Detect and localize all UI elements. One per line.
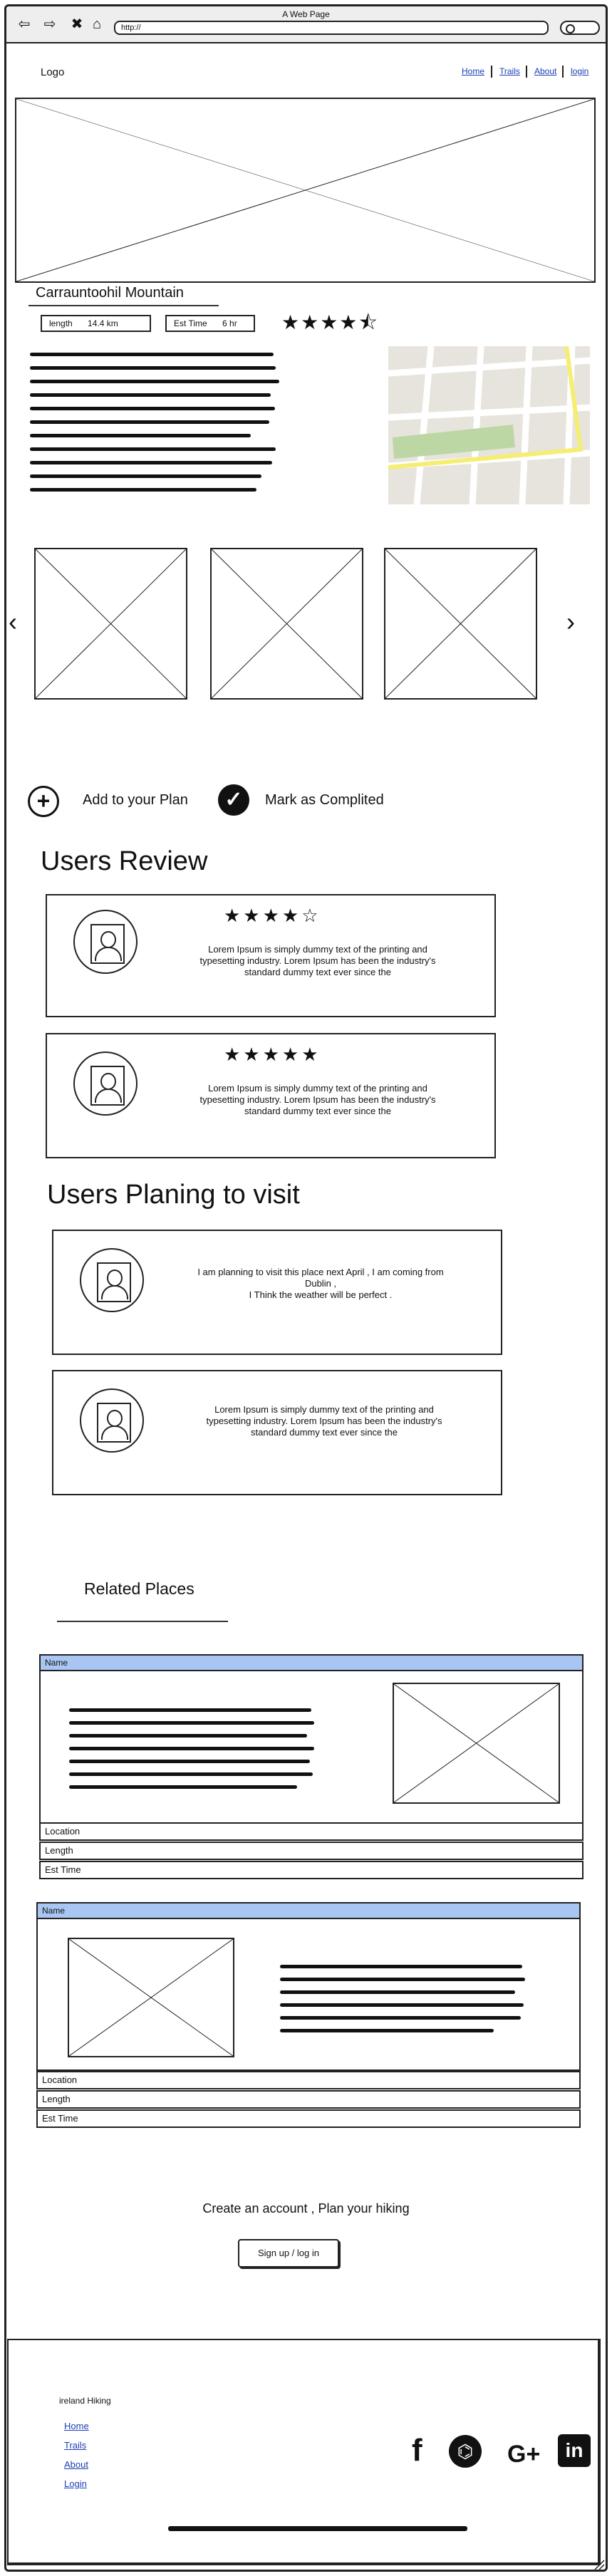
nav-about-link[interactable]: About [534, 66, 556, 76]
linkedin-icon[interactable]: in [558, 2434, 591, 2467]
visitor-text: Lorem Ipsum is simply dummy text of the … [206, 1404, 442, 1438]
place-image-placeholder [393, 1683, 560, 1804]
mark-completed-button[interactable]: Mark as Complited [265, 792, 384, 809]
review-card: ★★★★☆ Lorem Ipsum is simply dummy text o… [46, 894, 496, 1017]
github-icon[interactable]: ⌬ [449, 2435, 482, 2468]
gallery-prev-arrow[interactable]: ‹ [9, 609, 17, 635]
resize-handle-icon[interactable] [593, 2559, 605, 2570]
length-label: length [49, 318, 73, 328]
gallery-image-placeholder[interactable] [384, 548, 537, 700]
users-review-heading: Users Review [41, 846, 208, 876]
add-to-plan-button[interactable]: Add to your Plan [83, 792, 188, 809]
related-place-card[interactable]: Name [39, 1654, 584, 1824]
footer-trails-link[interactable]: Trails [64, 2440, 86, 2451]
place-name-header: Name [38, 1904, 579, 1919]
place-time-row: Est Time [39, 1861, 584, 1879]
review-stars: ★★★★★ [224, 1044, 321, 1065]
time-pill: Est Time 6 hr [165, 315, 255, 332]
review-card: ★★★★★ Lorem Ipsum is simply dummy text o… [46, 1033, 496, 1158]
length-value: 14.4 km [88, 318, 118, 328]
facebook-icon[interactable]: f [412, 2433, 422, 2468]
title-underline [28, 305, 219, 306]
place-location-row: Location [39, 1822, 584, 1841]
signup-login-button[interactable]: Sign up / log in [238, 2239, 339, 2268]
footer-brand: ireland Hiking [59, 2396, 111, 2406]
gallery-image-placeholder[interactable] [34, 548, 187, 700]
review-text: Lorem Ipsum is simply dummy text of the … [199, 944, 436, 977]
gallery-image-placeholder[interactable] [210, 548, 363, 700]
visitor-card: Lorem Ipsum is simply dummy text of the … [52, 1370, 502, 1495]
review-stars: ★★★★☆ [224, 905, 321, 926]
user-avatar-icon [97, 1262, 131, 1302]
footer-about-link[interactable]: About [64, 2459, 88, 2470]
cta-text: Create an account , Plan your hiking [202, 2201, 410, 2216]
avatar [80, 1248, 144, 1312]
hero-image-placeholder [15, 98, 596, 283]
place-location-row: Location [36, 2071, 581, 2089]
place-name-header: Name [41, 1656, 582, 1671]
nav-trails-link[interactable]: Trails [499, 66, 520, 76]
nav-divider [491, 66, 492, 78]
visitor-card: I am planning to visit this place next A… [52, 1230, 502, 1355]
nav-login-link[interactable]: login [571, 66, 588, 76]
footer-login-link[interactable]: Login [64, 2478, 87, 2489]
user-avatar-icon [90, 1066, 125, 1106]
gallery-next-arrow[interactable]: › [566, 609, 575, 635]
related-place-card[interactable]: Name [36, 1902, 581, 2071]
nav-home-link[interactable]: Home [462, 66, 484, 76]
review-text: Lorem Ipsum is simply dummy text of the … [199, 1083, 436, 1116]
visitor-text: I am planning to visit this place next A… [197, 1267, 444, 1300]
avatar [73, 1051, 138, 1116]
avatar [73, 910, 138, 974]
time-value: 6 hr [222, 318, 237, 328]
length-pill: length 14.4 km [41, 315, 151, 332]
trail-map[interactable] [388, 346, 590, 504]
nav-divider [562, 66, 564, 78]
avatar [80, 1388, 144, 1453]
checkmark-icon[interactable]: ✓ [218, 784, 249, 816]
rating-stars: ★★★★⯪ [281, 311, 379, 333]
users-planning-heading: Users Planing to visit [47, 1180, 300, 1210]
place-length-row: Length [39, 1842, 584, 1860]
user-avatar-icon [97, 1403, 131, 1443]
site-logo[interactable]: Logo [41, 66, 64, 78]
footer-home-link[interactable]: Home [64, 2421, 89, 2431]
related-places-heading: Related Places [84, 1579, 195, 1598]
mountain-title: Carrauntoohil Mountain [36, 285, 184, 301]
related-underline [57, 1621, 228, 1622]
google-plus-icon[interactable]: G+ [507, 2436, 540, 2472]
user-avatar-icon [90, 924, 125, 964]
time-label: Est Time [174, 318, 207, 328]
footer-copyright-scribble [168, 2526, 467, 2531]
nav-divider [526, 66, 527, 78]
place-time-row: Est Time [36, 2109, 581, 2128]
place-image-placeholder [68, 1938, 234, 2057]
add-plan-icon[interactable]: + [28, 786, 59, 817]
place-length-row: Length [36, 2090, 581, 2109]
